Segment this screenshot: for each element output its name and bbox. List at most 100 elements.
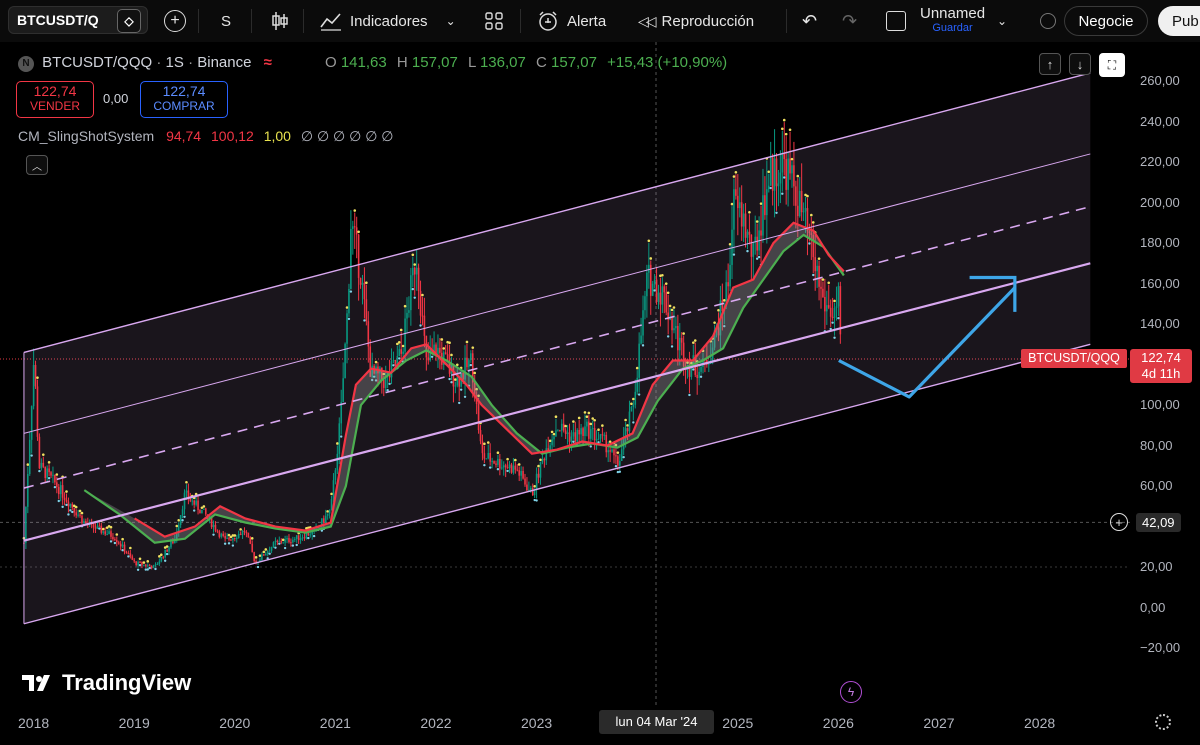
candle-body xyxy=(663,286,666,293)
candle-body xyxy=(338,423,341,454)
plus-circle-icon[interactable]: + xyxy=(1110,513,1128,532)
redo-button[interactable]: ↷ xyxy=(842,0,857,42)
signal-dot xyxy=(345,306,349,309)
candle-body xyxy=(110,531,112,537)
close-value: 157,07 xyxy=(551,54,597,71)
indicator-value-1: 94,74 xyxy=(166,128,202,144)
candle-body xyxy=(775,158,778,187)
signal-dot xyxy=(374,360,378,364)
candle-body xyxy=(154,564,157,566)
candle-body xyxy=(837,286,840,307)
candle-body xyxy=(148,565,151,567)
candle-body xyxy=(756,236,758,251)
indicators-button[interactable]: Indicadores ⌄ xyxy=(320,0,456,42)
chart-type-button[interactable] xyxy=(270,0,290,42)
signal-dot xyxy=(231,544,235,547)
candle-body xyxy=(346,313,348,344)
publish-button[interactable]: Pub xyxy=(1158,6,1200,36)
layouts-button[interactable] xyxy=(484,0,504,42)
candle-body xyxy=(222,533,225,537)
candle-body xyxy=(301,537,304,539)
candle-body xyxy=(651,283,654,296)
signal-dot xyxy=(630,402,633,406)
candle-body xyxy=(626,428,629,432)
candle-body xyxy=(678,337,681,351)
symbol-search[interactable]: BTCUSDT/Q ◇ xyxy=(8,6,148,34)
event-marker[interactable]: ϟ xyxy=(840,681,862,703)
indicator-legend[interactable]: CM_SlingShotSystem 94,74 100,12 1,00 ∅ ∅… xyxy=(18,128,393,145)
candle-body xyxy=(657,292,660,302)
price-tick-label: 0,00 xyxy=(1140,599,1166,615)
interval-button[interactable]: S xyxy=(221,0,231,42)
signal-dot xyxy=(165,545,169,548)
scroll-up-button[interactable]: ↑ xyxy=(1039,53,1061,75)
replay-button[interactable]: ◁◁ Reproducción xyxy=(638,0,754,42)
candle-body xyxy=(328,510,331,514)
candle-body xyxy=(655,279,658,302)
candle-body xyxy=(733,189,735,230)
signal-dot xyxy=(386,388,389,392)
candle-body xyxy=(56,482,58,487)
candle-body xyxy=(582,428,584,436)
chevron-down-icon[interactable]: ⌄ xyxy=(997,14,1007,28)
candle-body xyxy=(748,231,751,235)
candle-body xyxy=(781,153,784,173)
tradingview-logo[interactable]: TradingView xyxy=(22,670,191,696)
signal-dot xyxy=(326,510,329,513)
last-price-tag: 122,74 4d 11h xyxy=(1130,349,1192,383)
fullscreen-button[interactable]: ⛶ xyxy=(1099,53,1125,77)
signal-dot xyxy=(274,546,277,549)
undo-button[interactable]: ↶ xyxy=(802,0,817,42)
candle-body xyxy=(83,521,85,524)
signal-dot xyxy=(730,202,734,206)
signal-dot xyxy=(626,424,629,427)
signal-dot xyxy=(769,186,772,190)
symbol-legend[interactable]: N BTCUSDT/QQQ · 1S · Binance ≈ xyxy=(18,54,272,72)
diamond-icon[interactable]: ◇ xyxy=(117,9,141,33)
candle-body xyxy=(777,183,780,187)
ohlc-values: O 141,63 H 157,07 L 136,07 C 157,07 +15,… xyxy=(325,54,727,71)
search-button[interactable] xyxy=(1040,0,1056,42)
axis-settings-button[interactable] xyxy=(1153,712,1173,732)
candle-body xyxy=(738,202,741,209)
signal-dot xyxy=(539,458,542,462)
legend-symbol: BTCUSDT/QQQ xyxy=(42,54,153,71)
sell-button[interactable]: 122,74 VENDER xyxy=(16,81,94,118)
price-chart[interactable] xyxy=(0,42,1200,745)
collapse-legend-button[interactable]: ︿ xyxy=(26,155,48,175)
signal-dot xyxy=(47,476,51,480)
signal-dot xyxy=(746,249,749,253)
candle-body xyxy=(769,157,772,186)
candle-body xyxy=(241,530,244,535)
layout-menu[interactable]: Unnamed Guardar ⌄ xyxy=(886,0,1007,42)
add-symbol-button[interactable]: + xyxy=(163,0,187,42)
signal-dot xyxy=(537,464,540,468)
signal-dot xyxy=(181,519,184,522)
candle-body xyxy=(601,434,604,436)
indicator-value-2: 100,12 xyxy=(211,128,254,144)
candle-body xyxy=(116,539,118,543)
candle-body xyxy=(593,428,596,441)
crosshair-price-value: 42,09 xyxy=(1136,512,1181,532)
candle-body xyxy=(350,228,352,289)
high-value: 157,07 xyxy=(411,54,458,71)
candle-body xyxy=(361,282,364,285)
buy-button[interactable]: 122,74 COMPRAR xyxy=(140,81,228,118)
signal-dot xyxy=(38,469,41,473)
signal-dot xyxy=(69,509,72,512)
candle-body xyxy=(421,315,424,317)
candle-body xyxy=(79,514,81,516)
trade-button[interactable]: Negocie xyxy=(1064,6,1148,36)
chevron-down-icon[interactable]: ⌄ xyxy=(446,14,456,28)
signal-dot xyxy=(806,194,809,198)
candle-body xyxy=(611,449,613,452)
crosshair-price-tag[interactable]: + 42,09 xyxy=(1106,511,1194,533)
scroll-down-button[interactable]: ↓ xyxy=(1069,53,1091,75)
candle-body xyxy=(145,564,147,567)
signal-dot xyxy=(223,542,227,545)
candle-body xyxy=(63,497,66,500)
alert-button[interactable]: Alerta xyxy=(537,0,606,42)
signal-dot xyxy=(552,432,556,436)
candle-body xyxy=(261,554,263,560)
signal-dot xyxy=(115,533,119,536)
